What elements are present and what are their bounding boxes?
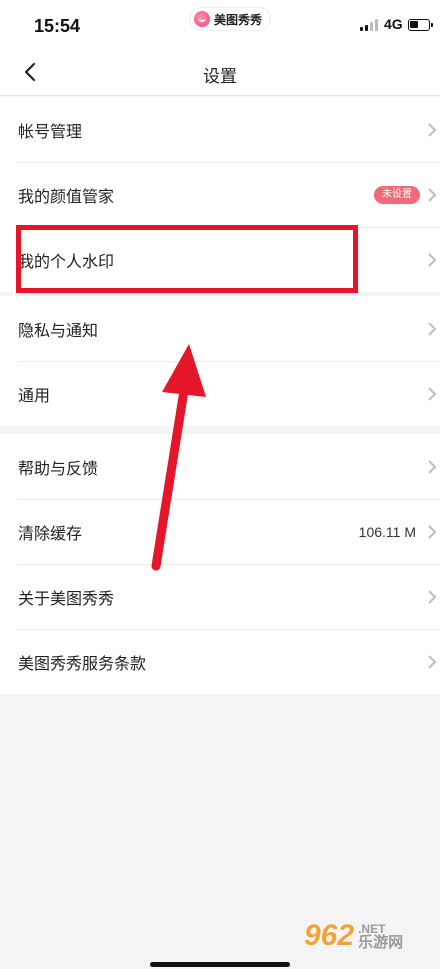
- settings-group-account: 帐号管理 我的颜值管家 未设置 我的个人水印: [0, 97, 440, 292]
- status-bar: 15:54 美图秀秀 4G: [0, 0, 440, 50]
- chevron-right-icon: [428, 321, 437, 336]
- settings-item-label: 关于美图秀秀: [18, 588, 115, 608]
- status-badge: 未设置: [374, 185, 420, 204]
- settings-item-label: 帮助与反馈: [18, 458, 99, 478]
- settings-item-label: 美图秀秀服务条款: [18, 653, 147, 673]
- settings-item-account-management[interactable]: 帐号管理: [0, 97, 440, 162]
- settings-item-label: 我的颜值管家: [18, 186, 115, 206]
- home-indicator[interactable]: [150, 962, 290, 967]
- nav-bar: 设置: [0, 50, 440, 96]
- chevron-right-icon: [428, 654, 437, 669]
- chevron-right-icon: [428, 386, 437, 401]
- settings-item-help-feedback[interactable]: 帮助与反馈: [0, 434, 440, 499]
- watermark-site-name: 乐游网: [358, 932, 404, 951]
- signal-icon: [360, 19, 382, 31]
- settings-item-personal-watermark[interactable]: 我的个人水印: [0, 227, 440, 292]
- network-type: 4G: [384, 16, 403, 32]
- watermark-number: 962: [304, 919, 355, 952]
- settings-group-about: 帮助与反馈 清除缓存 106.11 M 关于美图秀秀 美图秀秀服务条款: [0, 434, 440, 694]
- settings-group-general: 隐私与通知 通用: [0, 296, 440, 426]
- settings-item-terms[interactable]: 美图秀秀服务条款: [0, 629, 440, 694]
- app-indicator: 美图秀秀: [190, 8, 271, 30]
- cache-size-value: 106.11 M: [358, 523, 416, 540]
- settings-item-privacy-notifications[interactable]: 隐私与通知: [0, 296, 440, 361]
- settings-item-label: 清除缓存: [18, 523, 83, 543]
- settings-item-about[interactable]: 关于美图秀秀: [0, 564, 440, 629]
- chevron-right-icon: [428, 252, 437, 267]
- chevron-right-icon: [428, 122, 437, 137]
- watermark-logo: 962 .NET 乐游网: [304, 918, 403, 954]
- status-time: 15:54: [34, 16, 81, 36]
- app-name: 美图秀秀: [214, 12, 263, 27]
- app-logo-icon: [194, 11, 210, 27]
- settings-item-label: 通用: [18, 385, 51, 405]
- settings-item-label: 帐号管理: [18, 121, 83, 141]
- chevron-right-icon: [428, 459, 437, 474]
- settings-item-label: 我的个人水印: [18, 251, 115, 271]
- chevron-right-icon: [428, 524, 437, 539]
- page-title: 设置: [203, 67, 237, 87]
- chevron-right-icon: [428, 589, 437, 604]
- chevron-right-icon: [428, 187, 437, 202]
- settings-item-clear-cache[interactable]: 清除缓存 106.11 M: [0, 499, 440, 564]
- battery-icon: [408, 19, 433, 31]
- settings-item-general[interactable]: 通用: [0, 361, 440, 426]
- settings-item-label: 隐私与通知: [18, 320, 99, 340]
- settings-item-beauty-manager[interactable]: 我的颜值管家 未设置: [0, 162, 440, 227]
